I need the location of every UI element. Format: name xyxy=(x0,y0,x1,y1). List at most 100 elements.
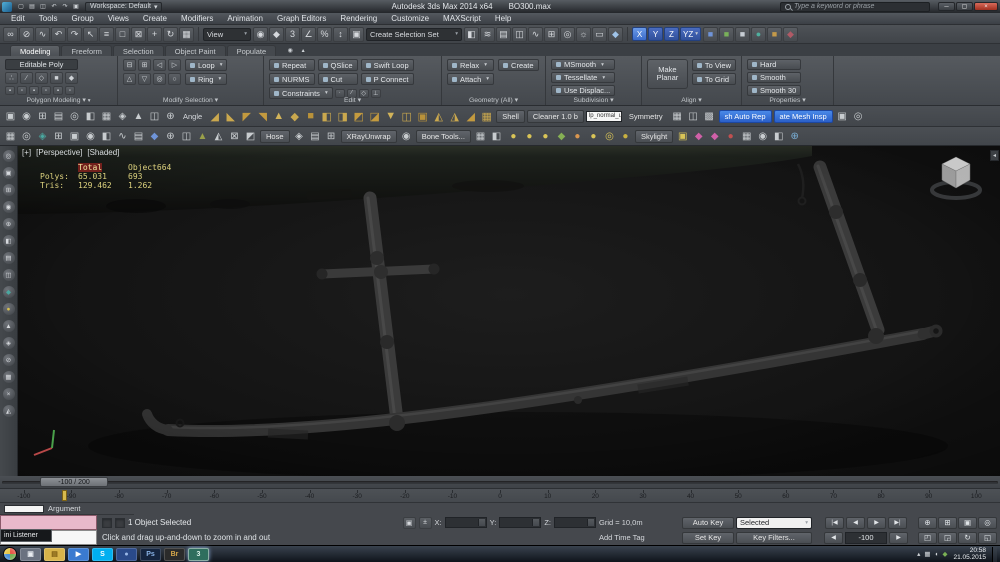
split-icon[interactable]: ◫ xyxy=(686,109,701,124)
smooth-edges-button[interactable]: Smooth xyxy=(747,72,801,83)
viewport-menu-plus[interactable]: [+] xyxy=(22,148,31,157)
side-delete-icon[interactable]: × xyxy=(3,388,15,400)
render-tool-icon[interactable]: ⊕ xyxy=(787,129,802,144)
poly-tool-icon[interactable]: ▼ xyxy=(383,109,398,124)
swift-loop-button[interactable]: Swift Loop xyxy=(361,59,414,71)
border-subobject-icon[interactable]: ◇ xyxy=(35,72,48,84)
align-to-grid-button[interactable]: To Grid xyxy=(692,73,736,85)
light-tool-icon[interactable]: ◎ xyxy=(602,129,617,144)
tray-volume-icon[interactable]: ◖ xyxy=(935,551,939,558)
menu-item[interactable]: MAXScript xyxy=(436,13,488,24)
tray-show-hidden-icon[interactable]: ▴ xyxy=(917,550,920,558)
poly-tool-icon[interactable]: ◤ xyxy=(239,109,254,124)
paint-connect-button[interactable]: P Connect xyxy=(361,73,414,85)
listener-argument-field[interactable] xyxy=(4,505,44,513)
side-gem-icon[interactable]: ◈ xyxy=(3,337,15,349)
auto-key-button[interactable]: Auto Key xyxy=(682,517,734,529)
select-and-link-icon[interactable]: ∞ xyxy=(3,27,18,42)
taskbar-3dsmax[interactable]: 3 xyxy=(188,548,209,561)
util-tool-icon[interactable]: ◈ xyxy=(35,129,50,144)
shrink-selection-icon[interactable]: ⊟ xyxy=(123,59,136,71)
light-tool-icon[interactable]: ● xyxy=(538,129,553,144)
menu-item[interactable]: Rendering xyxy=(333,13,384,24)
util-tool-icon[interactable]: ∿ xyxy=(115,129,130,144)
side-grid-icon[interactable]: ⊞ xyxy=(3,184,15,196)
render-tool-icon[interactable]: ◉ xyxy=(755,129,770,144)
poly-tool-icon[interactable]: ▲ xyxy=(271,109,286,124)
util-tool-icon[interactable]: ◧ xyxy=(99,129,114,144)
bind-to-space-warp-icon[interactable]: ∿ xyxy=(35,27,50,42)
show-desktop-button[interactable] xyxy=(992,547,997,562)
symmetry-button[interactable]: Symmetry xyxy=(624,111,668,122)
util-tool-icon[interactable]: ▤ xyxy=(308,129,323,144)
poly-tool-icon[interactable]: ◪ xyxy=(367,109,382,124)
mesh-auto-repair-button[interactable]: sh Auto Rep xyxy=(719,110,772,123)
tessellate-button[interactable]: Tessellate xyxy=(551,72,615,83)
poly-tool-icon[interactable]: ◥ xyxy=(255,109,270,124)
ribbon-tab[interactable]: Object Paint xyxy=(165,45,226,56)
axis-constraint-button[interactable]: Y xyxy=(648,27,663,41)
light-tool-icon[interactable]: ● xyxy=(522,129,537,144)
side-up-icon[interactable]: ▲ xyxy=(3,320,15,332)
modeling-tool-icon[interactable]: ▣ xyxy=(3,109,18,124)
taskbar-skype[interactable]: S xyxy=(92,548,113,561)
ribbon-tab[interactable]: Modeling xyxy=(10,45,60,56)
schematic-view-icon[interactable]: ⊞ xyxy=(544,27,559,42)
util-tool-icon[interactable]: ⊕ xyxy=(163,129,178,144)
perspective-viewport[interactable]: [+] [Perspective] [Shaded] TotalObject66… xyxy=(18,146,1000,476)
ribbon-tab[interactable]: Freeform xyxy=(61,45,111,56)
render-tool-icon[interactable]: ◧ xyxy=(771,129,786,144)
xrayunwrap-button[interactable]: XRayUnwrap xyxy=(341,130,397,143)
go-to-end-button[interactable]: ▶| xyxy=(888,517,907,529)
selection-lock-icon[interactable]: ▣ xyxy=(403,517,416,529)
cleaner-button[interactable]: Cleaner 1.0 b xyxy=(527,110,584,123)
render-tool-icon[interactable]: ▣ xyxy=(675,129,690,144)
side-mesh-icon[interactable]: ▦ xyxy=(3,371,15,383)
smooth-30-button[interactable]: Smooth 30 xyxy=(747,85,801,96)
util-tool-icon[interactable]: ▦ xyxy=(3,129,18,144)
nurms-button[interactable]: NURMS xyxy=(269,73,315,85)
save-file-icon[interactable]: ◫ xyxy=(38,2,48,12)
pm-tool-icon[interactable]: ▪ xyxy=(5,86,15,95)
modeling-tool-icon[interactable]: ◫ xyxy=(147,109,162,124)
poly-tool-icon[interactable]: ◣ xyxy=(223,109,238,124)
util-tool-icon[interactable]: ▲ xyxy=(195,129,210,144)
zoom-extents-icon[interactable]: ▣ xyxy=(958,517,977,529)
ribbon-toggle-icon[interactable]: ◫ xyxy=(512,27,527,42)
select-and-rotate-icon[interactable]: ↻ xyxy=(163,27,178,42)
orbit-icon[interactable]: ↻ xyxy=(958,532,977,544)
ribbon-pin-icon[interactable]: ◉ xyxy=(285,45,295,55)
light-tool-icon[interactable]: ● xyxy=(618,129,633,144)
reference-coordinate-dropdown[interactable]: View▾ xyxy=(203,28,251,41)
poly-tool-icon[interactable]: ◮ xyxy=(447,109,462,124)
y-coordinate-field[interactable] xyxy=(499,517,541,528)
ring-prev-icon[interactable]: △ xyxy=(123,73,136,85)
cut-button[interactable]: Cut xyxy=(318,73,358,85)
menu-item[interactable]: Edit xyxy=(4,13,32,24)
app-logo-icon[interactable] xyxy=(2,2,12,12)
field-of-view-icon[interactable]: ◰ xyxy=(918,532,937,544)
modeling-tool-icon[interactable]: ⊕ xyxy=(163,109,178,124)
spinner-snap-icon[interactable]: ↕ xyxy=(333,27,348,42)
undo-quick-icon[interactable]: ↶ xyxy=(49,2,59,12)
minimize-button[interactable]: ─ xyxy=(938,2,955,11)
side-select-icon[interactable]: ◎ xyxy=(3,150,15,162)
go-to-start-button[interactable]: |◀ xyxy=(825,517,844,529)
absolute-offset-toggle-icon[interactable]: ± xyxy=(419,517,432,529)
panel-caption[interactable]: Polygon Modeling ▾ xyxy=(0,96,117,104)
panel-caption[interactable]: Modify Selection ▾ xyxy=(118,96,263,104)
undo-icon[interactable]: ↶ xyxy=(51,27,66,42)
util-tool-icon[interactable]: ⊞ xyxy=(51,129,66,144)
macro-recorder-strip[interactable] xyxy=(0,515,97,530)
light-tool-icon[interactable]: ● xyxy=(586,129,601,144)
menu-item[interactable]: Views xyxy=(101,13,136,24)
msmooth-button[interactable]: MSmooth xyxy=(551,59,615,70)
util-tool-icon[interactable]: ◆ xyxy=(147,129,162,144)
menu-item[interactable]: Modifiers xyxy=(174,13,220,24)
util-tool-icon[interactable]: ⊠ xyxy=(227,129,242,144)
workspace-dropdown[interactable]: Workspace: Default▾ xyxy=(85,2,162,12)
polygon-subobject-icon[interactable]: ■ xyxy=(50,72,63,84)
select-similar-icon[interactable]: ◎ xyxy=(153,73,166,85)
select-and-move-icon[interactable]: + xyxy=(147,27,162,42)
util-tool-icon[interactable]: ◫ xyxy=(179,129,194,144)
